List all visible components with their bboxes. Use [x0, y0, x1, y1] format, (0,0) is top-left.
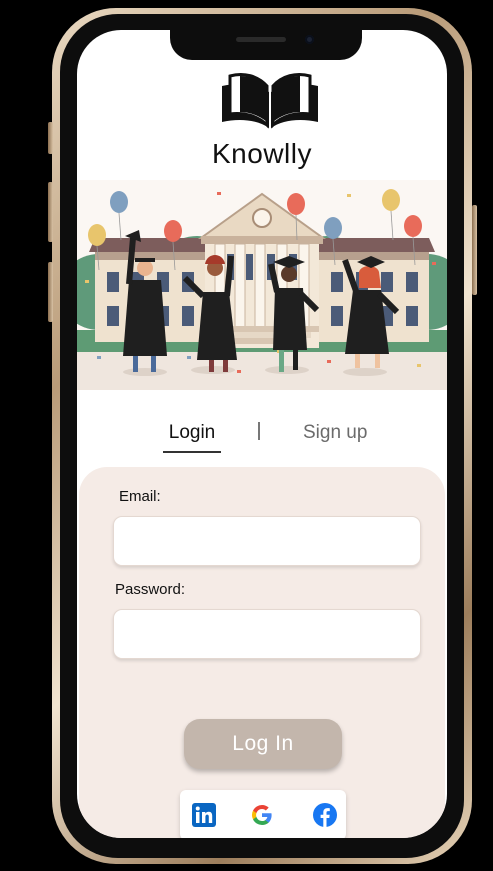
open-book-icon	[222, 72, 318, 129]
login-form-panel: Email: Password: Log In	[79, 467, 445, 838]
facebook-icon[interactable]	[313, 803, 337, 827]
speaker-grille	[236, 37, 286, 42]
social-login-bar	[180, 790, 346, 838]
google-icon[interactable]	[250, 803, 274, 827]
auth-tabs: Login Sign up	[77, 410, 447, 460]
email-label: Email:	[119, 488, 161, 505]
camera-icon	[305, 35, 314, 44]
password-label: Password:	[115, 581, 186, 598]
graduation-illustration	[77, 180, 447, 390]
tab-divider	[258, 422, 260, 440]
app-screen: Knowlly Login Sign up Email: Password: L…	[77, 30, 447, 838]
phone-side-button	[48, 182, 53, 242]
login-button[interactable]: Log In	[184, 719, 342, 769]
phone-notch	[170, 30, 362, 60]
phone-side-button	[48, 262, 53, 322]
tab-login[interactable]: Login	[163, 422, 221, 453]
tab-signup[interactable]: Sign up	[303, 422, 367, 444]
linkedin-icon[interactable]	[192, 803, 216, 827]
phone-side-button	[48, 122, 53, 154]
phone-side-button	[472, 205, 477, 295]
email-field[interactable]	[113, 516, 421, 566]
app-title: Knowlly	[212, 138, 312, 169]
password-field[interactable]	[113, 609, 421, 659]
